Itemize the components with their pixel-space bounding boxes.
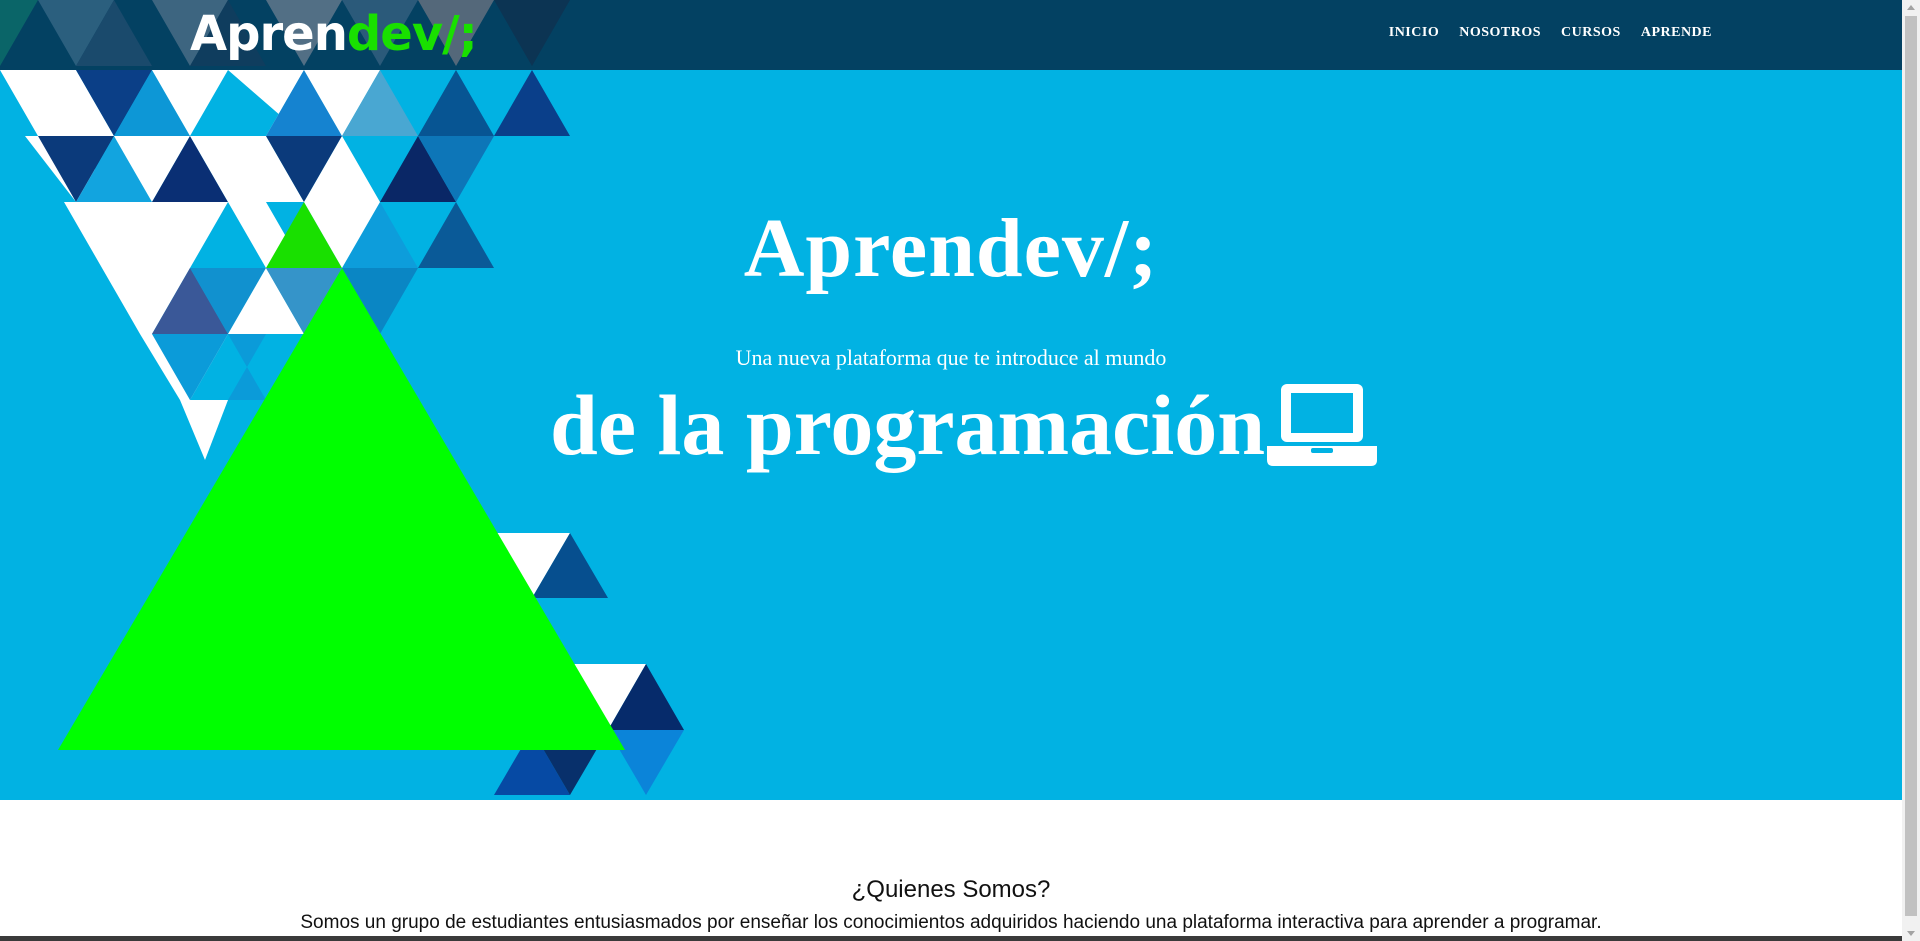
hero-tagline: de la programación bbox=[550, 370, 1378, 480]
logo-text-apren: Apren bbox=[190, 6, 348, 62]
nav-link-nosotros[interactable]: NOSOTROS bbox=[1459, 25, 1541, 41]
page: Aprendev/; Una nueva plataforma que te i… bbox=[0, 0, 1902, 941]
nav-link-aprende[interactable]: APRENDE bbox=[1641, 25, 1712, 41]
logo-text-symbol: /; bbox=[442, 6, 478, 62]
about-heading: ¿Quienes Somos? bbox=[851, 876, 1051, 903]
nav-link-cursos[interactable]: CURSOS bbox=[1561, 25, 1621, 41]
bottom-edge-bar bbox=[0, 936, 1902, 941]
hero-section: Aprendev/; Una nueva plataforma que te i… bbox=[0, 0, 1902, 800]
navbar: Aprendev/; INICIO NOSOTROS CURSOS APREND… bbox=[0, 0, 1902, 70]
laptop-icon bbox=[1267, 384, 1378, 466]
main-nav: INICIO NOSOTROS CURSOS APRENDE bbox=[1389, 0, 1712, 66]
hero-tagline-text: de la programación bbox=[550, 377, 1266, 473]
scroll-up-arrow-icon[interactable] bbox=[1902, 0, 1920, 16]
nav-link-inicio[interactable]: INICIO bbox=[1389, 25, 1439, 41]
hero-subtitle: Una nueva plataforma que te introduce al… bbox=[735, 345, 1167, 370]
about-text: Somos un grupo de estudiantes entusiasma… bbox=[300, 912, 1602, 933]
scrollbar-thumb[interactable] bbox=[1905, 16, 1917, 916]
vertical-scrollbar[interactable] bbox=[1902, 0, 1920, 941]
scroll-down-arrow-icon[interactable] bbox=[1902, 925, 1920, 941]
site-logo[interactable]: Aprendev/; bbox=[190, 6, 478, 62]
logo-text-dev: dev bbox=[346, 6, 443, 62]
hero-title: Aprendev/; bbox=[743, 202, 1159, 295]
